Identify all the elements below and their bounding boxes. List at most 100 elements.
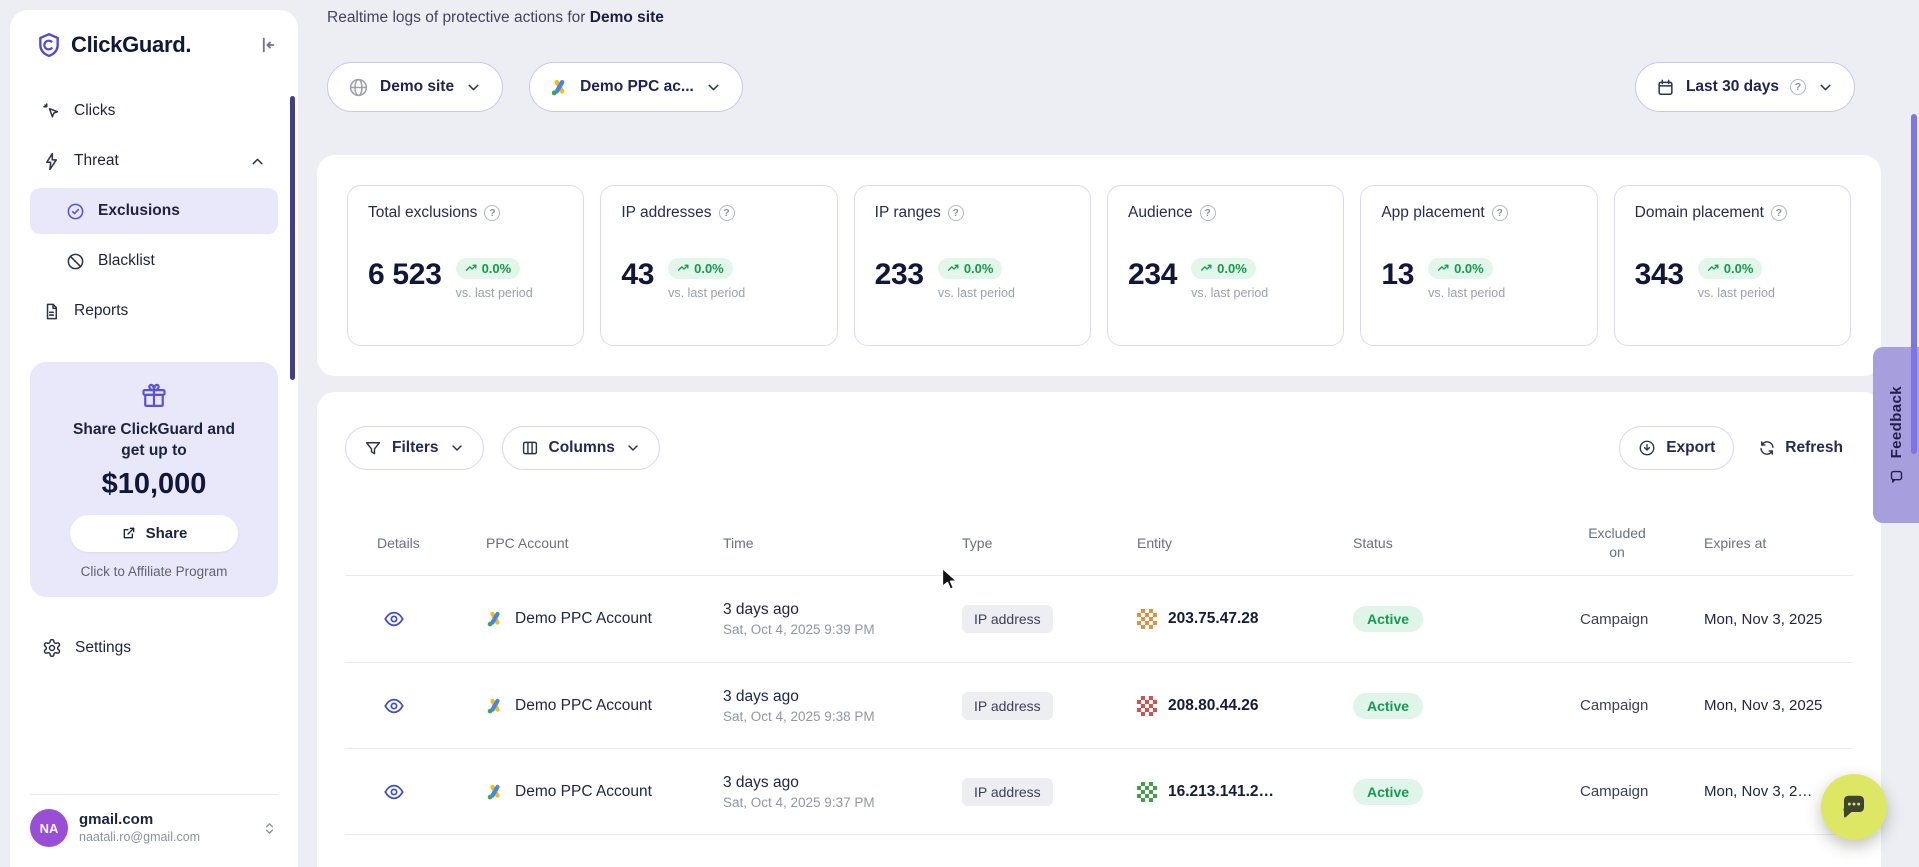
sidebar-item-blacklist[interactable]: Blacklist [30,238,278,284]
sidebar-item-settings[interactable]: Settings [30,625,278,671]
sidebar-item-clicks[interactable]: Clicks [30,88,278,134]
trend-up-icon [1437,262,1450,275]
filters-button[interactable]: Filters [345,426,484,470]
sidebar-nav: Clicks Threat Exclusions [30,88,278,334]
type-badge: IP address [962,778,1053,806]
excluded-on-value: Campaign [1580,783,1704,800]
chat-launcher-button[interactable] [1821,774,1887,840]
sidebar-item-label: Threat [74,152,119,170]
chevron-down-icon [625,440,641,456]
trend-up-icon [1200,262,1213,275]
stat-value: 233 [875,260,924,290]
stat-card-audience: Audience? 234 0.0% vs. last period [1107,185,1344,346]
date-range-selector[interactable]: Last 30 days ? [1635,62,1855,112]
trend-badge: 0.0% [1428,258,1493,279]
stat-delta: 0.0% [964,261,994,276]
sidebar-item-label: Reports [74,302,128,320]
stat-sub: vs. last period [668,286,745,300]
stat-card-ip-addresses: IP addresses? 43 0.0% vs. last period [600,185,837,346]
google-ads-icon [486,697,504,715]
sidebar-item-threat[interactable]: Threat [30,138,278,184]
help-icon[interactable]: ? [719,205,735,221]
sidebar-item-reports[interactable]: Reports [30,288,278,334]
stat-card-total-exclusions: Total exclusions? 6 523 0.0% vs. last pe… [347,185,584,346]
columns-button[interactable]: Columns [502,426,660,470]
refresh-icon [1758,439,1776,457]
refresh-button-label: Refresh [1785,439,1843,457]
view-details-button[interactable] [379,604,409,634]
share-button-label: Share [146,525,188,542]
stat-sub: vs. last period [1191,286,1268,300]
time-relative: 3 days ago [723,601,962,619]
document-icon [42,302,61,321]
logo-text: ClickGuard. [71,32,191,58]
subtitle-site-name: Demo site [590,9,664,26]
feedback-widget-icon [1889,469,1904,484]
ppc-account-selector[interactable]: Demo PPC ac... [529,62,743,112]
site-selector[interactable]: Demo site [327,62,503,112]
time-absolute: Sat, Oct 4, 2025 9:39 PM [723,622,962,637]
feedback-label: Feedback [1888,386,1905,458]
status-badge: Active [1353,693,1423,719]
trend-badge: 0.0% [938,258,1003,279]
stat-value: 6 523 [368,260,442,290]
user-email: naatali.ro@gmail.com [79,830,200,846]
time-absolute: Sat, Oct 4, 2025 9:37 PM [723,795,962,810]
subtitle-text: Realtime logs of protective actions for [327,9,585,26]
entity-value: 16.213.141.2… [1168,783,1274,801]
entity-value: 203.75.47.28 [1168,610,1259,628]
column-header-excluded-on: Excluded on [1580,524,1654,562]
promo-message: Share ClickGuard and get up to [46,420,262,462]
trend-badge: 0.0% [668,258,733,279]
ppc-account-name: Demo PPC Account [515,783,652,801]
sidebar-item-label: Exclusions [98,202,180,220]
stat-value: 234 [1128,260,1177,290]
sidebar-item-label: Clicks [74,102,115,120]
stat-sub: vs. last period [938,286,1015,300]
excluded-on-value: Campaign [1580,697,1704,714]
help-icon[interactable]: ? [1492,205,1508,221]
status-badge: Active [1353,779,1423,805]
stat-delta: 0.0% [1724,261,1754,276]
refresh-button[interactable]: Refresh [1748,426,1853,470]
collapse-sidebar-button[interactable] [256,34,278,56]
chevron-down-icon [1817,79,1834,96]
view-details-button[interactable] [379,691,409,721]
eye-icon [383,608,405,630]
type-badge: IP address [962,692,1053,720]
user-account-selector[interactable]: NA gmail.com naatali.ro@gmail.com [30,794,278,847]
chevron-down-icon [449,440,465,456]
site-selector-value: Demo site [380,78,454,96]
export-button[interactable]: Export [1619,426,1734,470]
ppc-account-selector-value: Demo PPC ac... [580,78,694,96]
help-icon[interactable]: ? [1771,205,1787,221]
view-details-button[interactable] [379,777,409,807]
sidebar-scrollbar[interactable] [290,96,295,380]
stat-label: IP addresses [621,204,711,222]
help-icon[interactable]: ? [1790,79,1806,95]
eye-icon [383,695,405,717]
help-icon[interactable]: ? [484,205,500,221]
sidebar-item-exclusions[interactable]: Exclusions [30,188,278,234]
help-icon[interactable]: ? [948,205,964,221]
column-header-ppc-account: PPC Account [486,535,723,551]
stat-card-app-placement: App placement? 13 0.0% vs. last period [1360,185,1597,346]
stat-sub: vs. last period [1428,286,1505,300]
affiliate-link[interactable]: Click to Affiliate Program [46,564,262,579]
entity-value: 208.80.44.26 [1168,697,1259,715]
globe-icon [348,77,369,98]
selector-row: Demo site Demo PPC ac... Last 30 days ? [327,62,1891,112]
stat-label: IP ranges [875,204,941,222]
time-relative: 3 days ago [723,774,962,792]
stat-sub: vs. last period [1698,286,1775,300]
gear-icon [42,638,62,658]
stat-label: App placement [1381,204,1484,222]
shield-check-icon [66,202,85,221]
stat-card-ip-ranges: IP ranges? 233 0.0% vs. last period [854,185,1091,346]
help-icon[interactable]: ? [1200,205,1216,221]
column-header-expires-at: Expires at [1704,535,1853,551]
share-button[interactable]: Share [70,515,238,552]
page-scrollbar[interactable] [1911,114,1917,454]
table-row: Demo PPC Account 3 days ago Sat, Oct 4, 2… [345,748,1853,834]
stat-label: Audience [1128,204,1193,222]
